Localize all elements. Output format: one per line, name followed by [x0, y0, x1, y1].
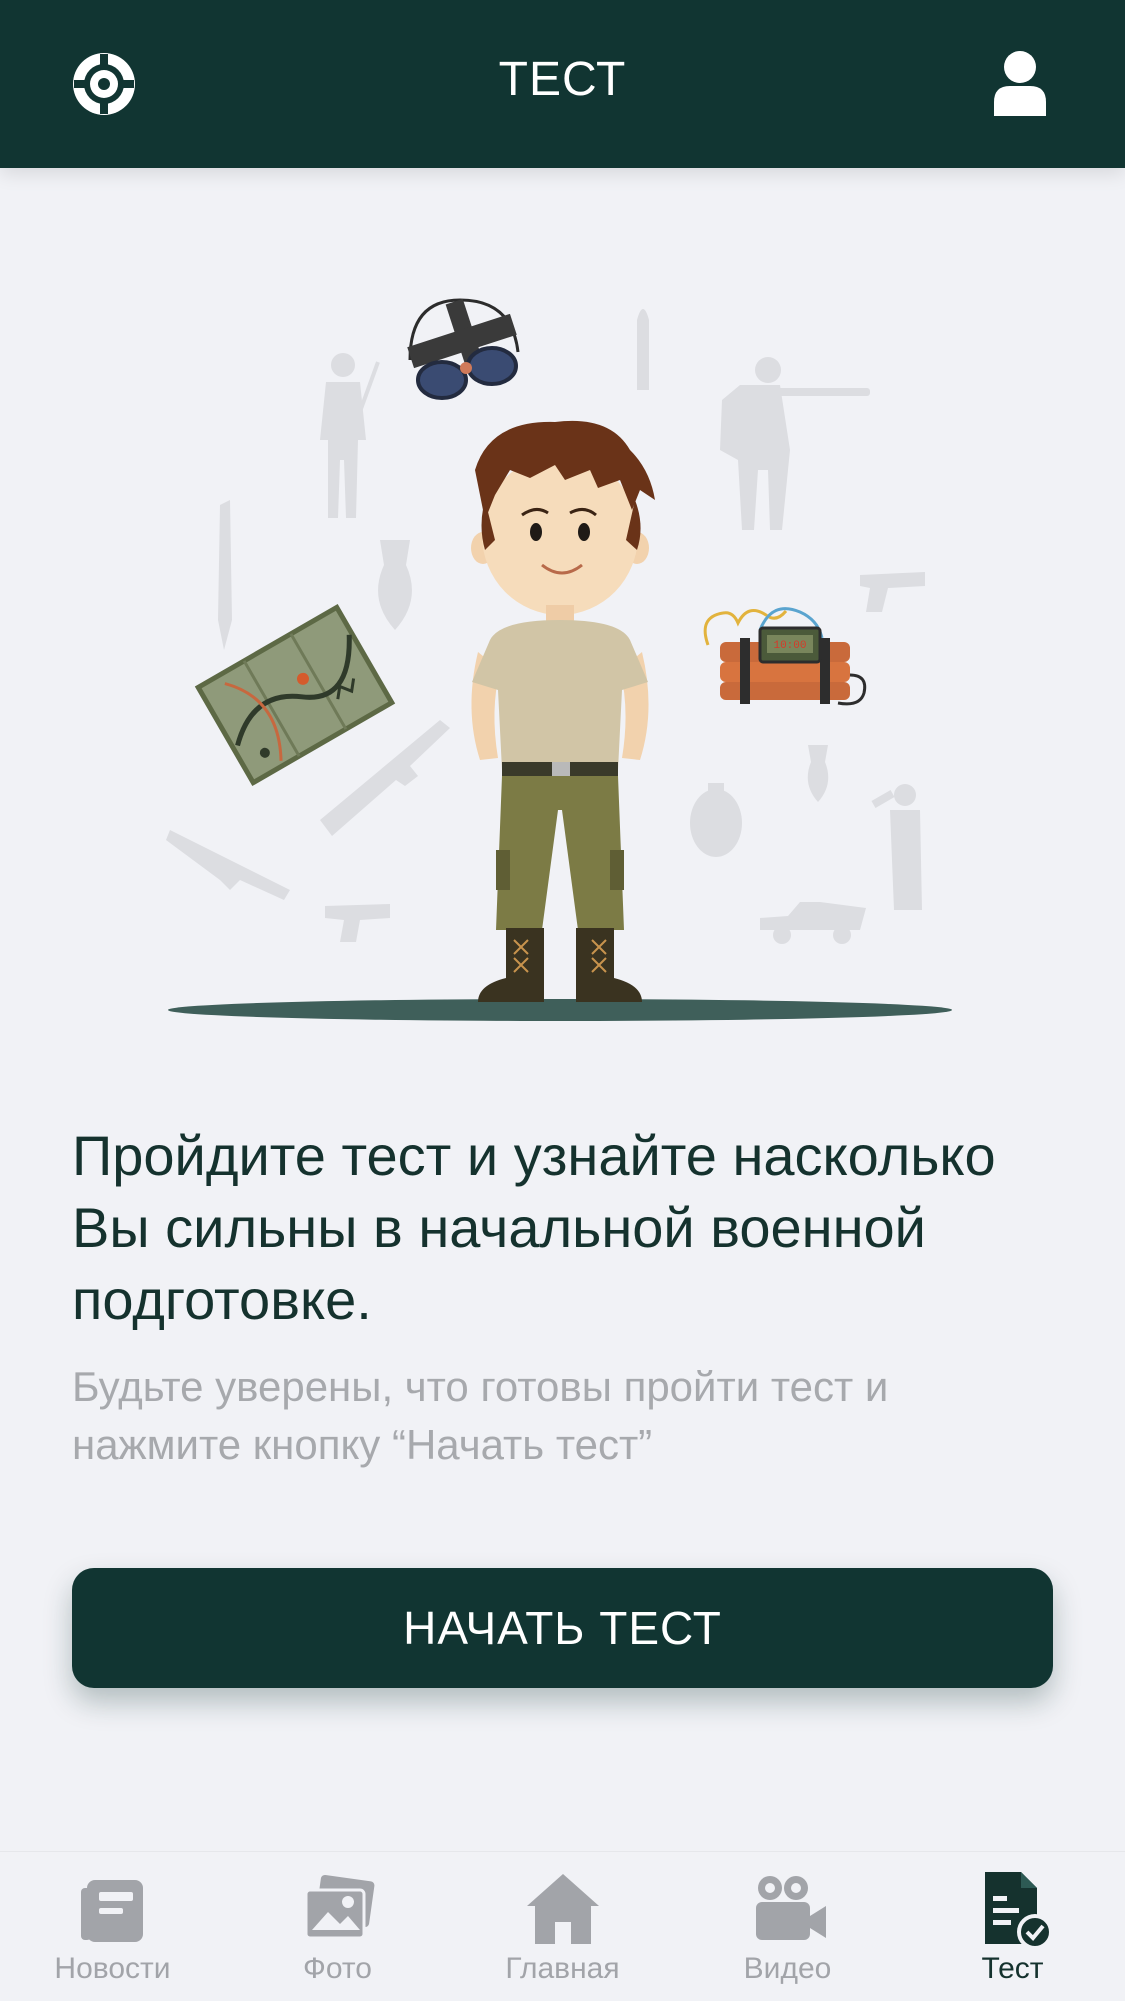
photo-icon [304, 1874, 374, 1940]
binoculars [407, 298, 520, 400]
tab-label: Видео [743, 1952, 832, 1985]
ground-shadow [168, 999, 952, 1021]
headline-text: Пройдите тест и узнайте насколько Вы сил… [72, 1124, 996, 1331]
tab-news[interactable]: Новости [0, 1852, 225, 2001]
dynamite-timer: 10:00 [703, 607, 867, 706]
test-icon [984, 1872, 1053, 1950]
news-icon [80, 1880, 143, 1942]
page-title: ТЕСТ [498, 53, 627, 106]
video-icon [755, 1876, 826, 1940]
user-icon [994, 51, 1046, 116]
test-screen: ТЕСТ 10:00 Пройдите тест и узнайте наско… [0, 0, 1125, 2001]
tab-video[interactable]: Видео [675, 1852, 900, 2001]
profile-button[interactable] [992, 50, 1048, 116]
tab-label: Фото [303, 1952, 372, 1985]
tab-label: Главная [505, 1952, 620, 1985]
soldier-illustration: 10:00 [160, 290, 990, 1030]
timer-display: 10:00 [773, 640, 806, 652]
tab-photo[interactable]: Фото [225, 1852, 450, 2001]
soldier-character [471, 420, 655, 1002]
bottom-tab-bar: Новости Фото Главная Видео Тест [0, 1851, 1125, 2001]
start-test-button[interactable]: НАЧАТЬ ТЕСТ [72, 1568, 1053, 1688]
tab-test[interactable]: Тест [900, 1852, 1125, 2001]
tab-label: Новости [54, 1952, 171, 1985]
instruction-text: Будьте уверены, что готовы пройти тест и… [72, 1363, 889, 1468]
home-icon [526, 1874, 599, 1944]
tab-label: Тест [981, 1952, 1044, 1985]
app-header: ТЕСТ [0, 0, 1125, 168]
tab-home[interactable]: Главная [450, 1852, 675, 2001]
